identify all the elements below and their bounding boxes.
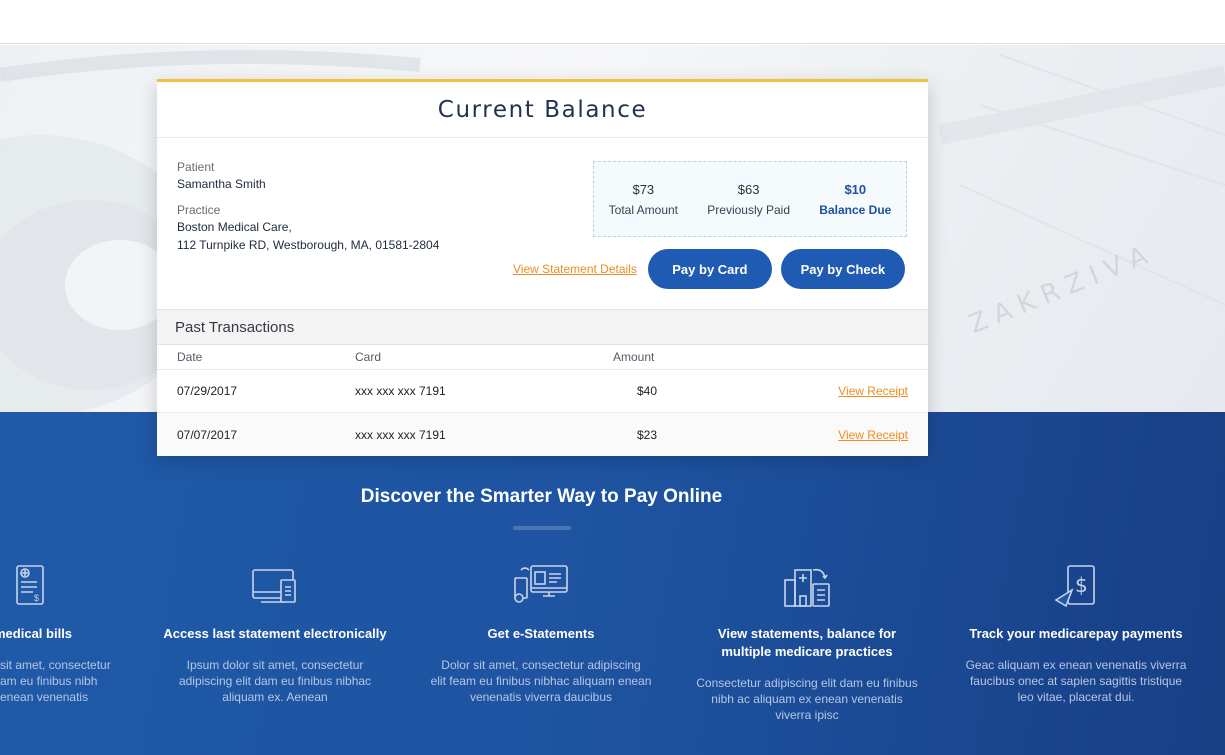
- previously-paid-value: $63: [737, 181, 760, 197]
- card-title: Current Balance: [157, 82, 928, 138]
- discover-title: Discover the Smarter Way to Pay Online: [360, 486, 723, 507]
- transaction-date: 07/07/2017: [177, 427, 238, 442]
- feature-title: Get e-Statements: [487, 626, 595, 641]
- feature-title-line: View statements, balance for: [717, 626, 897, 641]
- feature-description-line: Geac aliquam ex enean venenatis viverra: [965, 658, 1187, 672]
- total-amount-value: $73: [632, 181, 655, 197]
- feature-description-line: faucibus onec at sapien sagittis tristiq…: [969, 674, 1183, 688]
- feature-description-line: am eu finibus nibh: [0, 674, 98, 688]
- feature-multiple-practices: View statements, balance for multiple me…: [692, 560, 922, 723]
- balance-due-value: $10: [844, 181, 867, 197]
- view-receipt-link[interactable]: View Receipt: [838, 384, 908, 398]
- view-receipt-link[interactable]: View Receipt: [838, 428, 908, 442]
- total-amount-label: Total Amount: [608, 202, 679, 217]
- feature-description-line: viverra ipisc: [775, 708, 839, 722]
- patient-label: Patient: [177, 160, 215, 174]
- feature-description-line: Consectetur adipiscing elit dam eu finib…: [696, 676, 918, 690]
- feature-get-e-statements: Get e-Statements Dolor sit amet, consect…: [426, 560, 656, 705]
- previously-paid: $63 Previously Paid: [707, 182, 790, 217]
- feature-description-line: adipiscing elit dam eu finibus nibhac: [178, 674, 372, 688]
- feature-track-payments: $ Track your medicarepay payments Geac a…: [961, 560, 1191, 705]
- e-statement-computer-icon: [511, 560, 571, 610]
- pay-by-card-button[interactable]: Pay by Card: [647, 249, 772, 289]
- practice-label: Practice: [177, 203, 221, 217]
- feature-title: View statements, balance for multiple me…: [692, 625, 922, 661]
- column-header-date: Date: [177, 350, 203, 364]
- feature-description-line: Dolor sit amet, consectetur adipiscing: [441, 658, 641, 672]
- balance-summary-box: $73 Total Amount $63 Previously Paid $10…: [593, 161, 907, 237]
- feature-description-line: nibh ac aliquam ex enean venenatis: [711, 692, 903, 706]
- transaction-amount: $40: [636, 384, 657, 398]
- feature-description: Geac aliquam ex enean venenatis viverra …: [961, 657, 1191, 705]
- feature-description: Consectetur adipiscing elit dam eu finib…: [692, 675, 922, 723]
- feature-description-line: venenatis viverra daucibus: [469, 690, 613, 704]
- feature-title: Access last statement electronically: [163, 626, 387, 641]
- balance-due-label: Balance Due: [819, 202, 892, 217]
- patient-info: Patient Samantha Smith Practice Boston M…: [177, 160, 477, 254]
- transaction-amount: $23: [636, 427, 657, 442]
- payment-actions: View Statement Details Pay by Card Pay b…: [513, 249, 907, 289]
- column-header-card: Card: [355, 350, 382, 364]
- total-amount: $73 Total Amount: [609, 182, 678, 217]
- past-transactions-header: Past Transactions: [157, 309, 928, 345]
- transactions-table-header: Date Card Amount: [157, 345, 928, 370]
- feature-description: Dolor sit amet, consectetur adipiscing e…: [426, 657, 656, 705]
- svg-text:$: $: [34, 593, 39, 603]
- feature-title-line: multiple medicare practices: [721, 644, 893, 659]
- feature-title: medical bills: [0, 626, 73, 641]
- hospital-building-icon: [777, 560, 837, 610]
- pay-by-check-button[interactable]: Pay by Check: [780, 249, 905, 289]
- feature-description: sit amet, consectetur am eu finibus nibh…: [0, 657, 144, 705]
- feature-description: Ipsum dolor sit amet, consectetur adipis…: [160, 657, 390, 705]
- feature-access-last-statement: Access last statement electronically Ips…: [160, 560, 390, 705]
- feature-description-line: aliquam ex. Aenean: [222, 690, 328, 704]
- transaction-card: xxx xxx xxx 7191: [355, 384, 446, 398]
- title-divider: [513, 526, 571, 530]
- column-header-amount: Amount: [613, 350, 655, 364]
- view-statement-details-link[interactable]: View Statement Details: [513, 262, 637, 276]
- previously-paid-label: Previously Paid: [707, 202, 791, 217]
- practice-address: 112 Turnpike RD, Westborough, MA, 01581-…: [177, 238, 440, 252]
- feature-description-line: enean venenatis: [0, 690, 89, 704]
- practice-name: Boston Medical Care,: [177, 220, 292, 234]
- transaction-date: 07/29/2017: [177, 384, 238, 398]
- statement-device-icon: [245, 560, 305, 610]
- transaction-card: xxx xxx xxx 7191: [355, 427, 446, 442]
- feature-description-line: sit amet, consectetur: [0, 658, 111, 672]
- table-row: 07/29/2017 xxx xxx xxx 7191 $40 View Rec…: [157, 370, 928, 413]
- feature-medical-bills: $ medical bills sit amet, consectetur am…: [0, 560, 144, 705]
- dollar-receipt-send-icon: $: [1046, 560, 1106, 610]
- svg-text:Z A K R Z I V A: Z A K R Z I V A: [965, 241, 1152, 340]
- feature-title: Track your medicarepay payments: [969, 626, 1183, 641]
- feature-description-line: Ipsum dolor sit amet, consectetur: [186, 658, 364, 672]
- feature-description-line: leo vitae, placerat dui.: [1017, 690, 1135, 704]
- svg-text:$: $: [1075, 573, 1088, 597]
- medical-bill-icon: $: [0, 560, 59, 610]
- balance-due: $10 Balance Due: [819, 182, 891, 217]
- top-nav-bar: [0, 0, 1225, 44]
- patient-name: Samantha Smith: [177, 177, 266, 191]
- current-balance-card: Current Balance Patient Samantha Smith P…: [157, 79, 928, 456]
- feature-description-line: elit feam eu finibus nibhac aliquam enea…: [430, 674, 652, 688]
- table-row: 07/07/2017 xxx xxx xxx 7191 $23 View Rec…: [157, 413, 928, 456]
